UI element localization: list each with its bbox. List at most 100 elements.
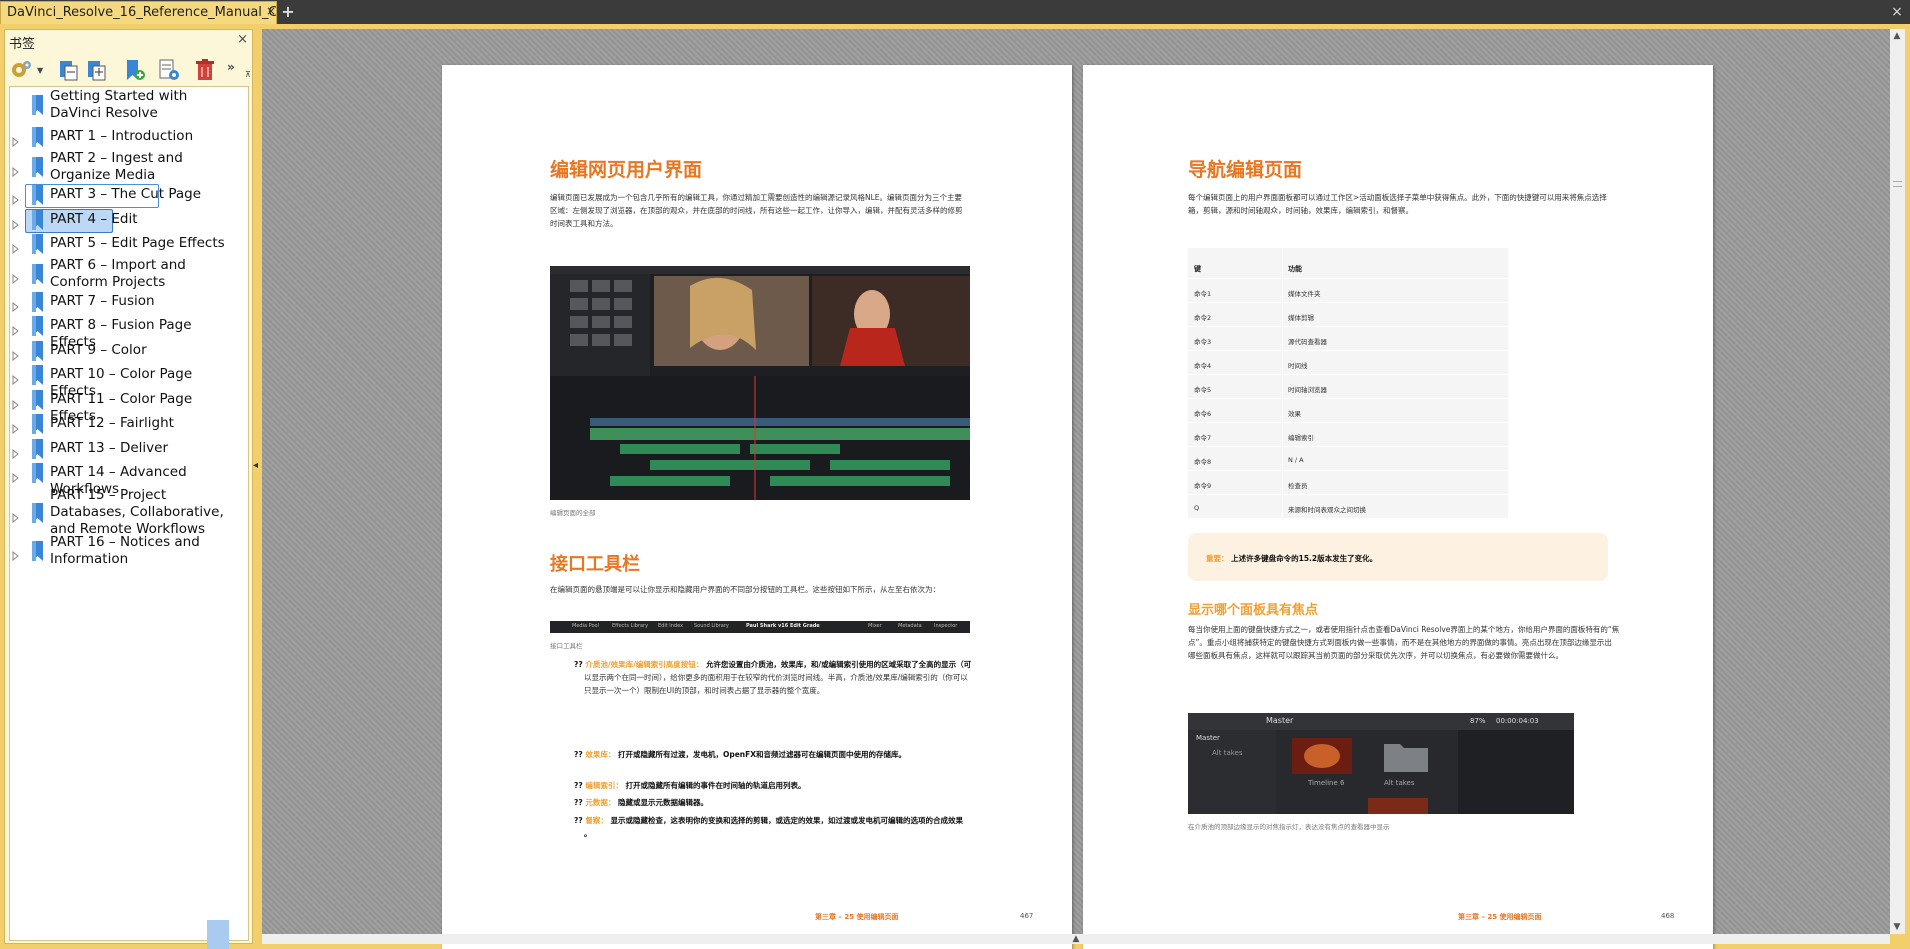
table-cell-function: 来源和时间表观众之间切换 [1288,506,1366,514]
table-row: 命令3 源代码查看器 [1188,326,1508,350]
page-number: 467 [1020,912,1034,920]
collapse-all-icon[interactable] [57,58,81,82]
expand-arrow-icon[interactable] [12,321,20,336]
sidebar-collapse-handle[interactable]: ◂ [253,460,259,490]
bookmark-item[interactable]: PART 11 – Color Page Effects [10,389,246,424]
table-cell-function: N / A [1288,456,1304,464]
expand-arrow-icon[interactable] [12,370,20,385]
table-row: 命令7 编辑索引 [1188,422,1508,446]
bookmark-icon [30,156,46,178]
expand-arrow-icon[interactable] [12,546,20,562]
scroll-up-icon[interactable]: ▲ [1892,31,1902,41]
table-row: 命令2 媒体剪辑 [1188,302,1508,326]
table-cell-function: 效果 [1288,410,1301,418]
bookmarks-panel: 书签 × ▼ » ⊼ Getting Started with DaVinci … [4,29,253,949]
bookmark-label: PART 4 – Edit [50,211,138,227]
expand-arrow-icon[interactable] [12,444,20,459]
bookmark-label: PART 12 – Fairlight [50,415,174,431]
expand-arrow-icon[interactable] [12,132,20,147]
interface-toolbar-image: Media Pool Effects Library Edit Index So… [550,621,970,633]
table-cell-function: 时间线 [1288,362,1308,370]
bookmark-item[interactable]: PART 10 – Color Page Effects [10,364,246,399]
expand-arrow-icon[interactable] [12,162,20,178]
bookmark-icon [30,438,46,460]
expand-arrow-icon[interactable] [12,239,20,254]
toolbar-item: Edit Index [658,623,684,629]
table-cell-key: 命令2 [1194,314,1212,322]
table-cell-function: 检查员 [1288,482,1308,490]
mp-tree-item: Master [1196,734,1220,742]
timeline-thumbnail [1292,738,1352,774]
bullet-continuation: 以显示两个在同一时间），给你更多的面积用于在较窄的代价浏览时间线。半高，介质池/… [584,673,968,682]
edit-page-screenshot [550,266,970,500]
new-tab-icon[interactable]: + [280,3,296,21]
page-468: 导航编辑页面 每个编辑页面上的用户界面面板都可以通过工作区>活动面板选择子菜单中… [1083,65,1713,949]
table-cell-key: Q [1194,504,1200,512]
bookmark-properties-icon[interactable] [157,58,181,82]
bookmark-label: PART 7 – Fusion [50,293,155,309]
bookmark-item[interactable]: PART 8 – Fusion Page Effects [10,315,246,350]
toolbar-item: Media Pool [572,623,599,629]
vertical-scrollbar[interactable]: ▲ ▼ [1890,29,1905,934]
bookmark-label: PART 13 – Deliver [50,440,169,456]
expand-arrow-icon[interactable] [12,346,20,361]
tab-close-icon[interactable]: × [264,1,278,21]
scroll-top-icon[interactable]: ⊼ [245,70,253,79]
scroll-position-marker[interactable] [1893,181,1902,187]
expand-arrow-icon[interactable] [12,508,20,523]
bookmark-item[interactable]: PART 13 – Deliver [10,438,246,462]
bookmark-icon [30,540,46,562]
bookmark-label: PART 9 – Color [50,342,147,358]
important-note: 重要： 上述许多键盘命令的15.2版本发生了变化。 [1188,533,1608,581]
bookmark-tree: Getting Started with DaVinci Resolve PART… [9,86,249,941]
expand-arrow-icon[interactable] [12,269,20,285]
media-pool-screenshot: Master 87% 00:00:04:03 Master Alt takes … [1188,713,1574,814]
mp-clip-label: Alt takes [1384,779,1415,787]
expand-all-icon[interactable] [85,58,109,82]
table-cell-function: 媒体剪辑 [1288,314,1314,322]
bookmark-item[interactable]: PART 3 – The Cut Page [10,184,246,208]
bookmark-item[interactable]: PART 9 – Color [10,340,246,364]
delete-bookmark-icon[interactable] [193,58,217,82]
bookmark-item[interactable]: PART 2 – Ingest and Organize Media [10,150,246,184]
bookmark-label: PART 6 – Import and Conform Projects [50,257,186,290]
expand-arrow-icon[interactable] [12,215,20,230]
add-bookmark-icon[interactable] [123,58,147,82]
bookmark-item[interactable]: PART 14 – Advanced Workflows [10,462,246,497]
expand-arrow-icon[interactable] [12,468,20,483]
bookmark-item[interactable]: PART 6 – Import and Conform Projects [10,257,246,291]
tab-title: DaVinci_Resolve_16_Reference_Manual_CN [7,5,277,20]
intro-line: 每个编辑页面上的用户界面面板都可以通过工作区>活动面板选择子菜单中获得焦点。此外… [1188,193,1607,202]
expand-arrow-icon[interactable] [12,419,20,434]
bookmark-icon [30,263,46,285]
expand-arrow-icon[interactable] [12,395,20,410]
bookmark-item[interactable]: PART 15 – Project Databases, Collaborati… [10,487,246,538]
overflow-menu-icon[interactable]: » [227,60,235,74]
chevron-down-icon[interactable]: ▼ [37,66,45,75]
bookmark-item[interactable]: PART 12 – Fairlight [10,413,246,437]
bookmark-icon [30,233,46,255]
bookmark-item[interactable]: PART 5 – Edit Page Effects [10,233,246,257]
bookmark-item[interactable]: PART 16 – Notices and Information [10,534,246,568]
bookmark-icon [30,291,46,313]
bookmark-item[interactable]: PART 4 – Edit [10,209,246,233]
bookmark-item[interactable]: PART 7 – Fusion [10,291,246,315]
bookmark-icon [30,502,46,524]
window-close-icon[interactable]: × [1888,2,1906,22]
page-navigation-handle[interactable]: ▲ [262,934,1890,944]
expand-arrow-icon[interactable] [12,190,20,205]
bookmark-item[interactable]: Getting Started with DaVinci Resolve [10,88,246,122]
document-tab[interactable]: DaVinci_Resolve_16_Reference_Manual_CN [0,1,277,24]
folder-icon [1384,744,1428,772]
document-viewer[interactable]: 编辑网页用户界面 编辑页面已发展成为一个包含几乎所有的编辑工具，你通过精加工需要… [262,29,1890,949]
scroll-down-icon[interactable]: ▼ [1892,922,1902,932]
panel-close-icon[interactable]: × [237,32,248,47]
gear-icon[interactable] [9,58,33,82]
bookmark-icon [30,126,46,148]
figure-caption: 编辑页面的全部 [550,509,596,517]
bookmark-item[interactable]: PART 1 – Introduction [10,126,246,150]
table-cell-key: 命令4 [1194,362,1212,370]
expand-arrow-icon[interactable] [12,297,20,312]
bookmark-icon [30,389,46,411]
sub-paragraph-line: 点”。重点小组将捕获特定的键盘快捷方式到面板内做一些事情，而不是在其他地方的界面… [1188,638,1612,647]
